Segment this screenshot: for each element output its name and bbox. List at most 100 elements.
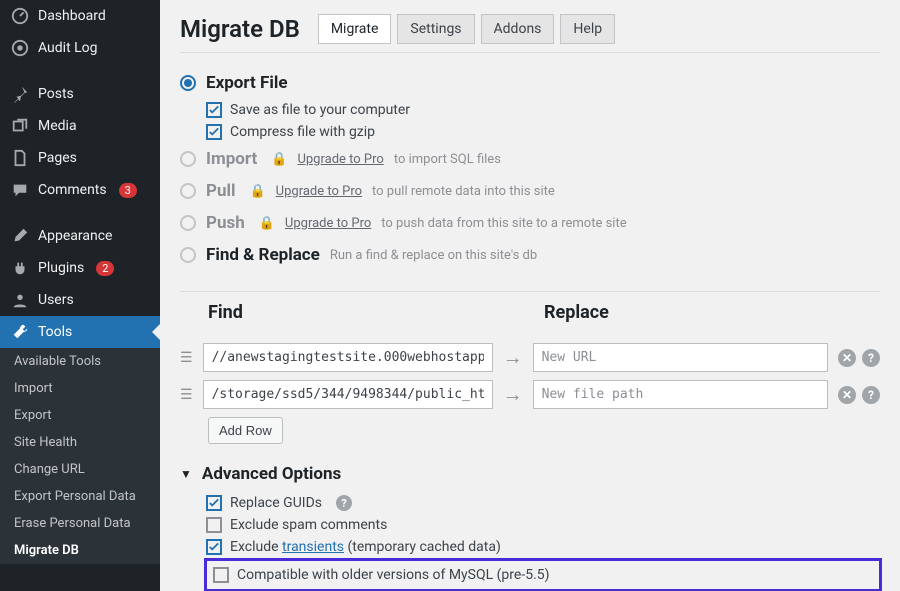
text-part: (temporary cached data) bbox=[344, 539, 501, 555]
radio-label: Import bbox=[206, 149, 257, 169]
radio-icon bbox=[180, 151, 196, 167]
arrow-right-icon: → bbox=[503, 382, 523, 407]
divider bbox=[180, 291, 880, 292]
opt-gzip[interactable]: Compress file with gzip bbox=[206, 121, 880, 143]
checkbox-icon bbox=[206, 124, 222, 140]
checkbox-icon bbox=[206, 495, 222, 511]
add-row-button[interactable]: Add Row bbox=[208, 417, 283, 444]
option-export-file[interactable]: Export File bbox=[180, 67, 880, 99]
submenu-erase-personal-data[interactable]: Erase Personal Data bbox=[0, 510, 160, 537]
page-title: Migrate DB bbox=[180, 15, 300, 43]
sidebar-label: Posts bbox=[38, 86, 74, 102]
advanced-options: Replace GUIDs ? Exclude spam comments Ex… bbox=[180, 492, 880, 591]
advanced-options-toggle[interactable]: ▼ Advanced Options bbox=[180, 464, 880, 484]
sidebar-item-tools[interactable]: Tools bbox=[0, 316, 160, 348]
replace-heading: Replace bbox=[544, 302, 830, 323]
help-icon[interactable]: ? bbox=[336, 495, 352, 511]
opt-exclude-spam[interactable]: Exclude spam comments bbox=[206, 514, 880, 536]
checkbox-icon bbox=[206, 517, 222, 533]
row-actions: ✕ ? bbox=[838, 349, 880, 367]
sidebar-label: Plugins bbox=[38, 260, 84, 276]
plug-icon bbox=[10, 259, 30, 277]
opt-save-file[interactable]: Save as file to your computer bbox=[206, 99, 880, 121]
opt-mysql-compat[interactable]: Compatible with older versions of MySQL … bbox=[213, 567, 873, 583]
submenu-available-tools[interactable]: Available Tools bbox=[0, 348, 160, 375]
brush-icon bbox=[10, 227, 30, 245]
option-pull[interactable]: Pull 🔒 Upgrade to Pro to pull remote dat… bbox=[180, 175, 880, 207]
sidebar-label: Dashboard bbox=[38, 8, 106, 24]
tabs: Migrate Settings Addons Help bbox=[318, 14, 615, 44]
remove-row-icon[interactable]: ✕ bbox=[838, 386, 856, 404]
sidebar-item-users[interactable]: Users bbox=[0, 284, 160, 316]
comments-badge: 3 bbox=[119, 183, 137, 198]
opt-replace-guids[interactable]: Replace GUIDs ? bbox=[206, 492, 880, 514]
caret-down-icon: ▼ bbox=[180, 467, 192, 481]
submenu-change-url[interactable]: Change URL bbox=[0, 456, 160, 483]
lock-icon: 🔒 bbox=[271, 152, 287, 167]
tab-addons[interactable]: Addons bbox=[481, 14, 555, 44]
tab-help[interactable]: Help bbox=[560, 14, 615, 44]
remove-row-icon[interactable]: ✕ bbox=[838, 349, 856, 367]
lock-icon: 🔒 bbox=[249, 184, 265, 199]
find-heading: Find bbox=[208, 302, 498, 323]
radio-icon bbox=[180, 183, 196, 199]
drag-handle-icon[interactable]: ☰ bbox=[180, 350, 193, 366]
main-content: Migrate DB Migrate Settings Addons Help … bbox=[160, 0, 900, 591]
pin-icon bbox=[10, 85, 30, 103]
sidebar-item-pages[interactable]: Pages bbox=[0, 142, 160, 174]
admin-sidebar: Dashboard Audit Log Posts Media Pages Co… bbox=[0, 0, 160, 591]
checkbox-icon bbox=[213, 567, 229, 583]
drag-handle-icon[interactable]: ☰ bbox=[180, 387, 193, 403]
sidebar-label: Pages bbox=[38, 150, 77, 166]
row-actions: ✕ ? bbox=[838, 386, 880, 404]
audit-log-icon bbox=[10, 39, 30, 57]
sidebar-item-media[interactable]: Media bbox=[0, 110, 160, 142]
radio-label: Find & Replace bbox=[206, 245, 320, 265]
submenu-import[interactable]: Import bbox=[0, 375, 160, 402]
sidebar-item-comments[interactable]: Comments 3 bbox=[0, 174, 160, 206]
sidebar-item-appearance[interactable]: Appearance bbox=[0, 220, 160, 252]
option-desc: to push data from this site to a remote … bbox=[381, 216, 626, 231]
find-input[interactable] bbox=[203, 380, 493, 409]
option-import[interactable]: Import 🔒 Upgrade to Pro to import SQL fi… bbox=[180, 143, 880, 175]
dashboard-icon bbox=[10, 7, 30, 25]
upgrade-link[interactable]: Upgrade to Pro bbox=[285, 216, 371, 231]
find-replace-section: Find Replace ☰ → ✕ ? ☰ → ✕ ? bbox=[180, 302, 880, 444]
sidebar-label: Tools bbox=[38, 324, 72, 340]
sidebar-item-posts[interactable]: Posts bbox=[0, 78, 160, 110]
radio-icon bbox=[180, 247, 196, 263]
export-suboptions: Save as file to your computer Compress f… bbox=[180, 99, 880, 143]
option-push[interactable]: Push 🔒 Upgrade to Pro to push data from … bbox=[180, 207, 880, 239]
tab-migrate[interactable]: Migrate bbox=[318, 14, 392, 44]
submenu-site-health[interactable]: Site Health bbox=[0, 429, 160, 456]
radio-icon bbox=[180, 215, 196, 231]
find-replace-row: ☰ → ✕ ? bbox=[180, 343, 880, 372]
help-icon[interactable]: ? bbox=[862, 349, 880, 367]
checkbox-icon bbox=[206, 539, 222, 555]
wrench-icon bbox=[10, 323, 30, 341]
submenu-migrate-db[interactable]: Migrate DB bbox=[0, 537, 160, 564]
option-desc: to pull remote data into this site bbox=[372, 184, 555, 199]
upgrade-link[interactable]: Upgrade to Pro bbox=[297, 152, 383, 167]
replace-input[interactable] bbox=[533, 380, 828, 409]
submenu-export[interactable]: Export bbox=[0, 402, 160, 429]
tab-settings[interactable]: Settings bbox=[397, 14, 474, 44]
find-input[interactable] bbox=[203, 343, 493, 372]
plugins-badge: 2 bbox=[96, 261, 114, 276]
opt-exclude-transients[interactable]: Exclude transients (temporary cached dat… bbox=[206, 536, 880, 558]
transients-link[interactable]: transients bbox=[282, 539, 344, 555]
check-label: Compatible with older versions of MySQL … bbox=[237, 567, 550, 583]
submenu-export-personal-data[interactable]: Export Personal Data bbox=[0, 483, 160, 510]
radio-label: Pull bbox=[206, 181, 235, 201]
highlighted-option: Compatible with older versions of MySQL … bbox=[204, 558, 882, 591]
sidebar-item-plugins[interactable]: Plugins 2 bbox=[0, 252, 160, 284]
sidebar-label: Appearance bbox=[38, 228, 112, 244]
upgrade-link[interactable]: Upgrade to Pro bbox=[276, 184, 362, 199]
migrate-options: Export File Save as file to your compute… bbox=[180, 53, 880, 281]
sidebar-item-audit-log[interactable]: Audit Log bbox=[0, 32, 160, 64]
replace-input[interactable] bbox=[533, 343, 828, 372]
sidebar-item-dashboard[interactable]: Dashboard bbox=[0, 0, 160, 32]
help-icon[interactable]: ? bbox=[862, 386, 880, 404]
option-find-replace[interactable]: Find & Replace Run a find & replace on t… bbox=[180, 239, 880, 271]
checkbox-icon bbox=[206, 102, 222, 118]
